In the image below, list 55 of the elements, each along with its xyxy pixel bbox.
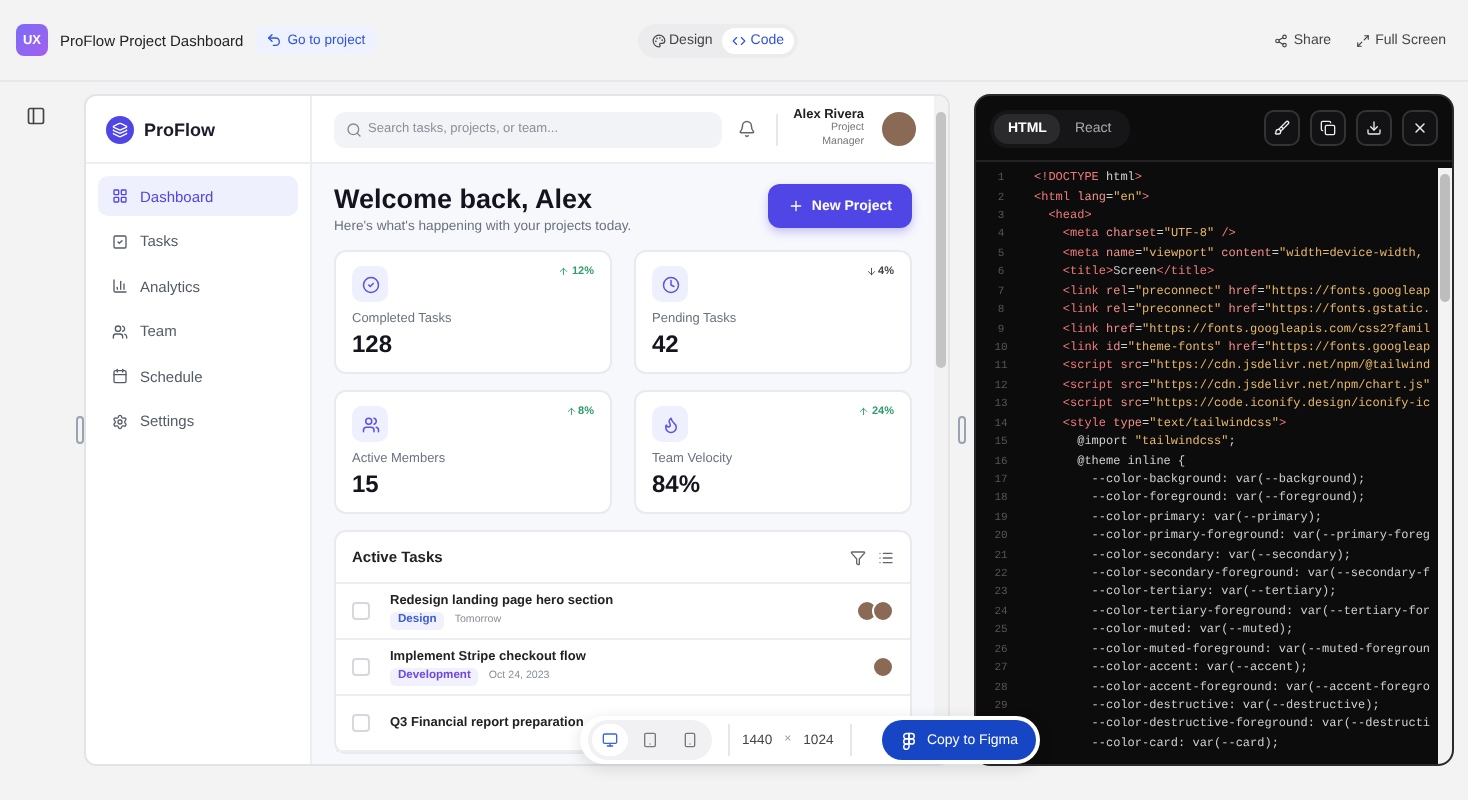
close-icon [1412, 120, 1428, 136]
flame-icon [661, 415, 679, 433]
stat-value: 128 [352, 330, 395, 358]
arrow-up-icon [858, 406, 870, 418]
user-avatar[interactable] [880, 110, 918, 148]
undo-arrow-icon [265, 32, 282, 48]
layers-icon [112, 121, 128, 137]
task-checkbox[interactable] [352, 602, 370, 620]
list-icon[interactable] [878, 549, 894, 565]
stat-value: 15 [352, 470, 381, 498]
tablet-icon [642, 732, 658, 748]
task-checkbox[interactable] [352, 714, 370, 732]
welcome-heading: Welcome back, Alex [334, 184, 595, 214]
scrollbar-thumb[interactable] [1440, 174, 1450, 302]
expand-icon [1355, 33, 1370, 47]
grid-icon [112, 188, 128, 204]
desktop-icon [602, 732, 618, 748]
copy-icon [1320, 120, 1336, 136]
stat-value: 42 [652, 330, 681, 358]
plus-icon [787, 198, 804, 214]
phone-icon [682, 732, 698, 748]
palette-icon [651, 33, 665, 47]
download-icon [1366, 120, 1382, 136]
clock-icon [661, 275, 679, 293]
settings-icon [112, 413, 128, 429]
filter-icon[interactable] [850, 549, 866, 565]
check-circle-icon [361, 275, 379, 293]
resize-handle[interactable] [958, 416, 966, 444]
stat-value: 84% [652, 470, 703, 498]
close-button[interactable] [1402, 110, 1438, 146]
share-icon [1273, 33, 1288, 47]
people-icon [361, 415, 379, 433]
calendar-icon [112, 368, 128, 384]
figma-icon [900, 731, 919, 749]
brand-name: ProFlow [144, 119, 215, 139]
arrow-up-icon [558, 266, 570, 278]
avatar [856, 600, 878, 622]
download-button[interactable] [1356, 110, 1392, 146]
task-checkbox[interactable] [352, 658, 370, 676]
arrow-down-icon [865, 266, 877, 278]
bar-chart-icon [112, 278, 128, 294]
avatar [872, 600, 894, 622]
brush-button[interactable] [1264, 110, 1300, 146]
avatar [872, 656, 894, 678]
people-icon [112, 323, 128, 339]
panel-toggle-icon[interactable] [26, 106, 46, 126]
bell-icon[interactable] [737, 120, 756, 138]
brush-icon [1274, 120, 1290, 136]
code-icon [732, 33, 747, 47]
copy-button[interactable] [1310, 110, 1346, 146]
scrollbar-thumb[interactable] [936, 112, 946, 368]
arrow-up-icon [565, 406, 577, 418]
search-icon [346, 121, 362, 137]
checkbox-icon [112, 233, 128, 249]
device-button[interactable] [592, 724, 628, 756]
